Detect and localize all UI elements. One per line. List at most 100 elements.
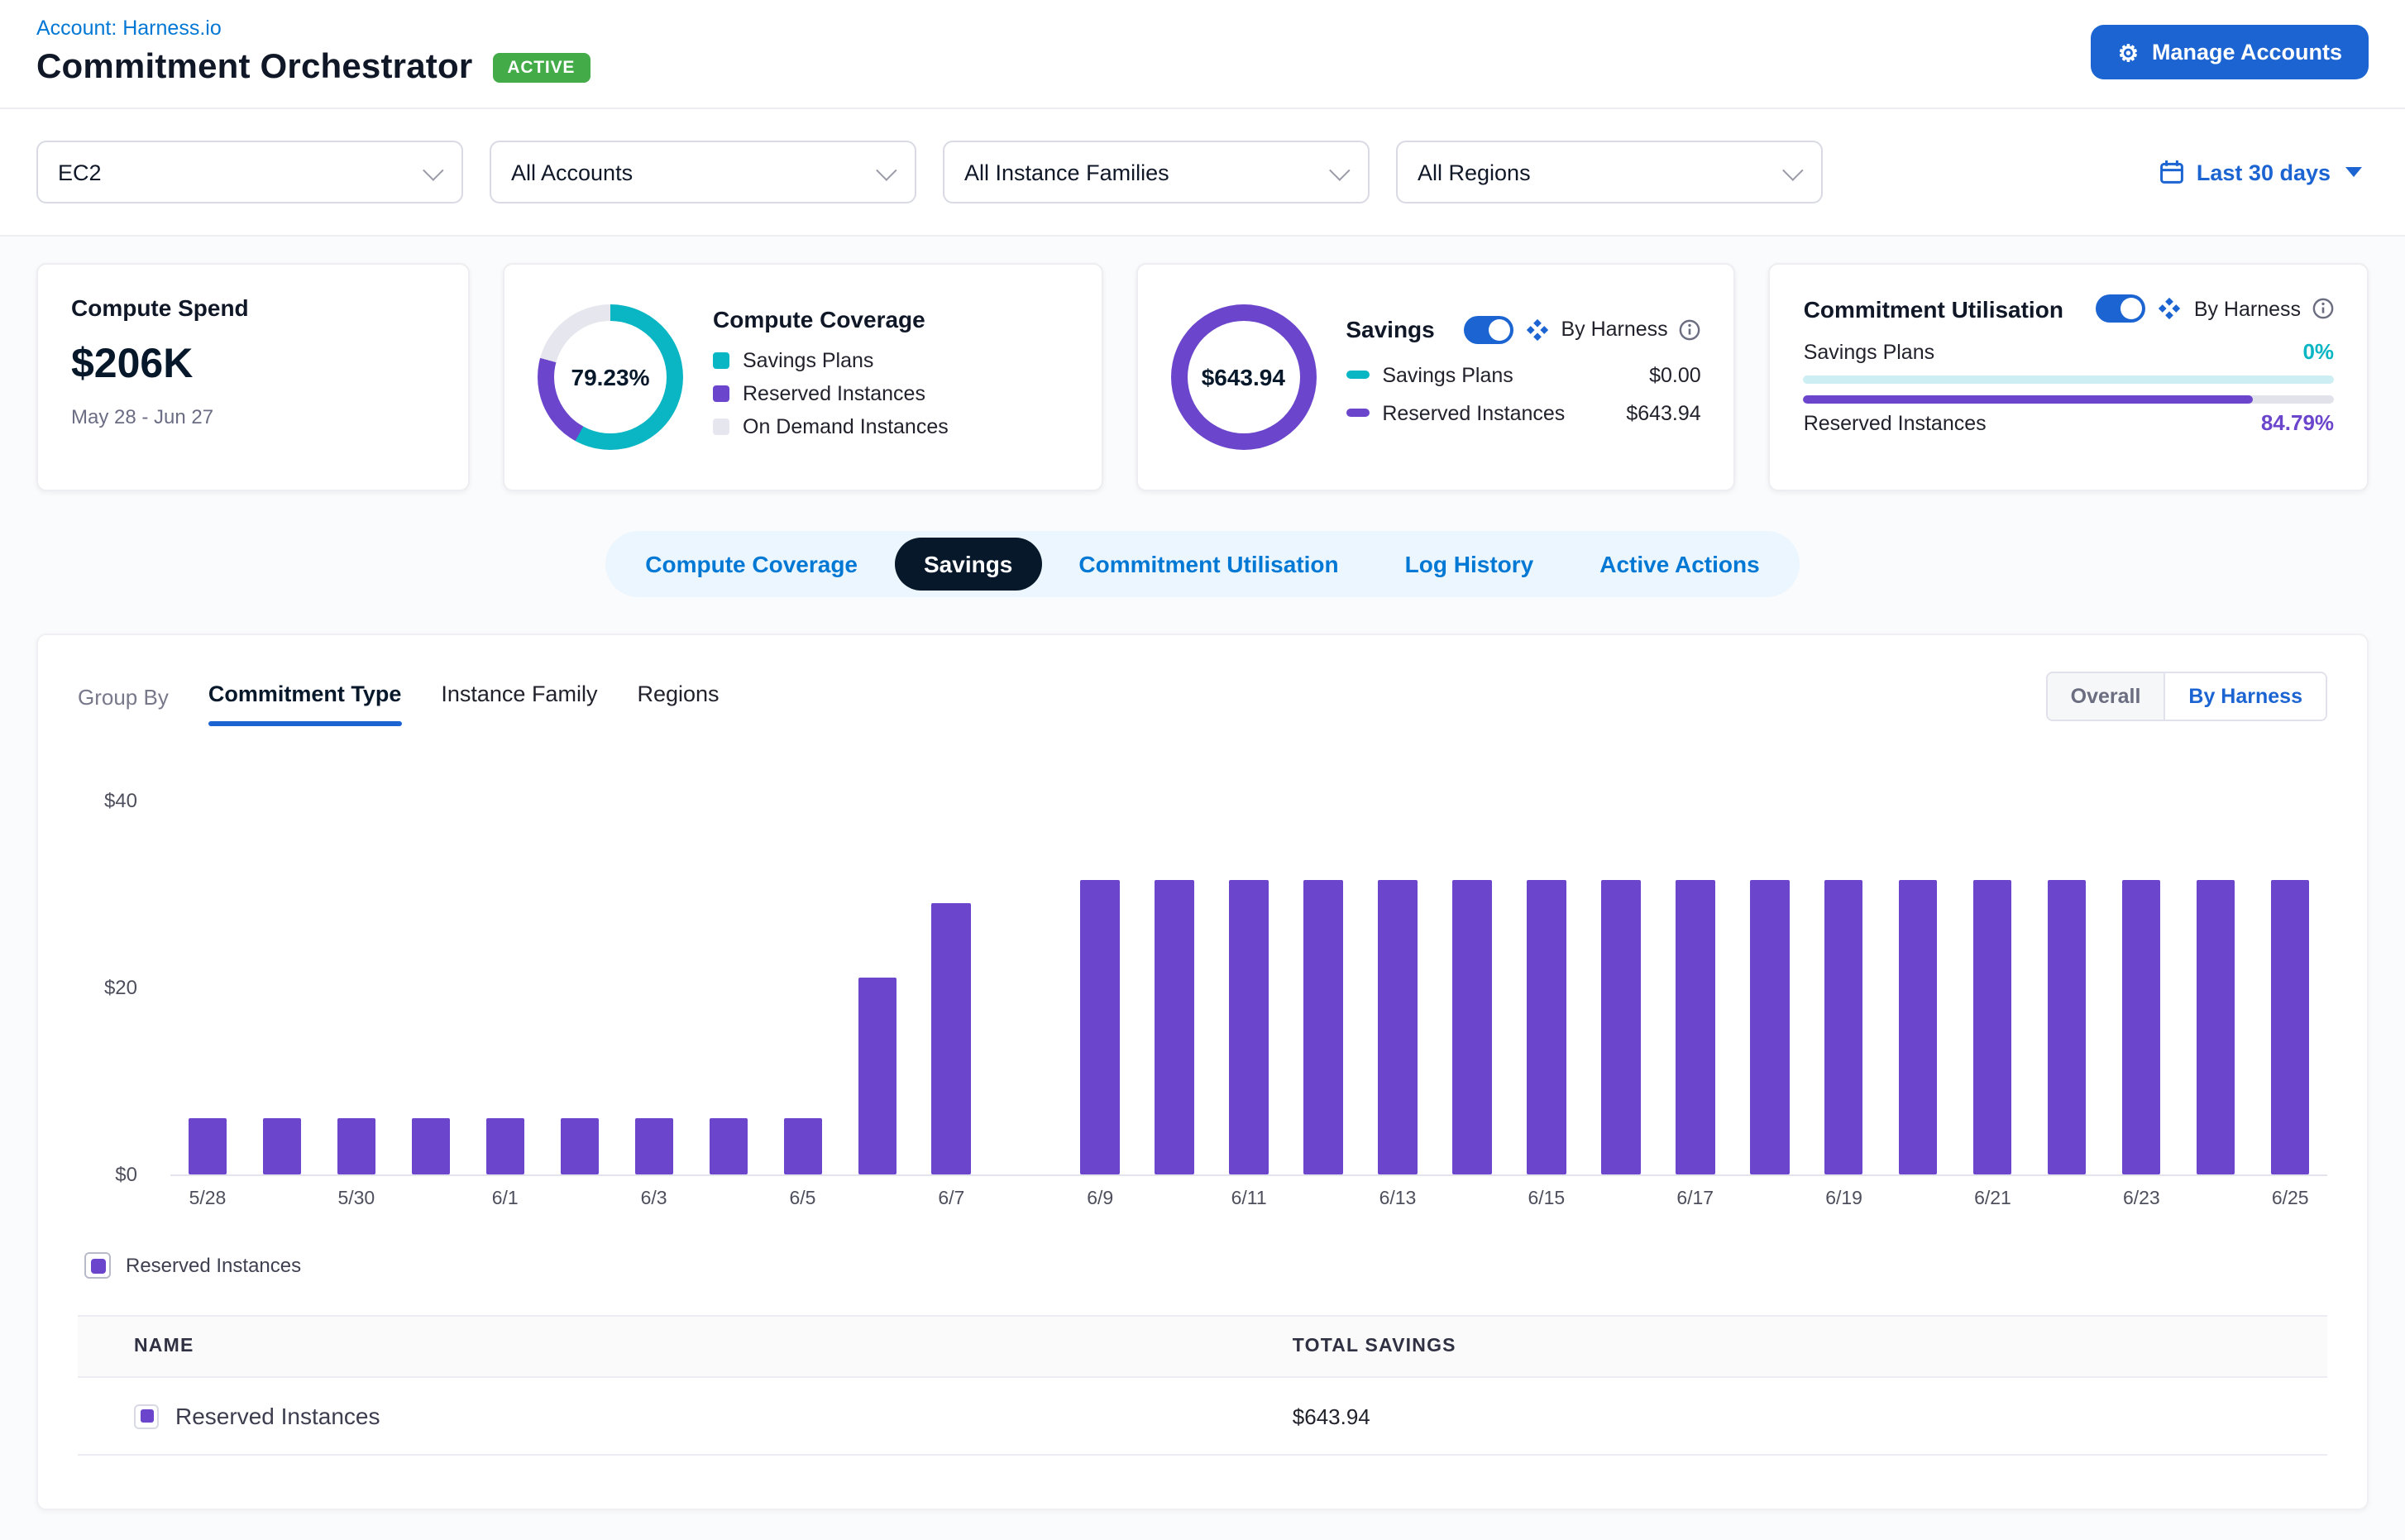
- tab-savings[interactable]: Savings: [894, 538, 1042, 591]
- tab-compute-coverage[interactable]: Compute Coverage: [615, 538, 887, 591]
- bar-6-15[interactable]: [1527, 880, 1566, 1174]
- x-tick-label: [1733, 1189, 1807, 1209]
- bar-6-9[interactable]: [1081, 880, 1120, 1174]
- x-tick-label: [2178, 1189, 2253, 1209]
- chevron-down-icon: [876, 159, 896, 179]
- view-toggle-by-harness[interactable]: By Harness: [2164, 673, 2326, 720]
- x-tick-label: 6/19: [1807, 1189, 1881, 1209]
- table-row[interactable]: Reserved Instances$643.94: [78, 1378, 2327, 1456]
- legend-marker: [713, 385, 729, 402]
- group-tab-regions[interactable]: Regions: [637, 681, 719, 712]
- accounts-select[interactable]: All Accounts: [490, 141, 916, 203]
- bar-slot: [319, 801, 394, 1174]
- bar-6-23[interactable]: [2122, 880, 2161, 1174]
- regions-select[interactable]: All Regions: [1396, 141, 1823, 203]
- tab-log-history[interactable]: Log History: [1375, 538, 1564, 591]
- bar-6-25[interactable]: [2271, 880, 2310, 1174]
- savings-total: $643.94: [1202, 364, 1285, 390]
- bar-5-28[interactable]: [189, 1118, 227, 1174]
- manage-accounts-button[interactable]: ⚙ Manage Accounts: [2092, 25, 2369, 79]
- bar-6-10[interactable]: [1155, 880, 1194, 1174]
- x-tick-label: 6/17: [1658, 1189, 1733, 1209]
- legend-item-label: Savings Plans: [743, 349, 873, 372]
- bar-6-7[interactable]: [932, 903, 971, 1174]
- y-axis: $0$20$40: [78, 801, 154, 1174]
- bar-slot: [1360, 801, 1435, 1174]
- instance-families-select[interactable]: All Instance Families: [943, 141, 1370, 203]
- account-breadcrumb-link[interactable]: Account: Harness.io: [36, 17, 590, 40]
- bar-6-19[interactable]: [1824, 880, 1863, 1174]
- group-tab-instance-family[interactable]: Instance Family: [441, 681, 597, 712]
- bar-slot: [1956, 801, 2030, 1174]
- main-tabs: Compute CoverageSavingsCommitment Utilis…: [605, 531, 1799, 597]
- view-toggle-overall[interactable]: Overall: [2048, 673, 2164, 720]
- info-icon[interactable]: [1680, 318, 1701, 340]
- calendar-icon: [2159, 159, 2185, 185]
- bar-6-24[interactable]: [2197, 880, 2235, 1174]
- bar-6-20[interactable]: [1899, 880, 1938, 1174]
- service-select-value: EC2: [58, 160, 102, 184]
- x-tick-label: [839, 1189, 914, 1209]
- utilisation-item-label: Reserved Instances: [1804, 411, 1987, 434]
- bar-6-22[interactable]: [2048, 880, 2087, 1174]
- bar-5-29[interactable]: [263, 1118, 302, 1174]
- bar-6-16[interactable]: [1601, 880, 1640, 1174]
- gear-icon: ⚙: [2118, 41, 2139, 64]
- x-tick-label: 5/28: [170, 1189, 245, 1209]
- bar-slot: [1212, 801, 1286, 1174]
- x-tick-label: 5/30: [319, 1189, 394, 1209]
- info-icon[interactable]: [2312, 298, 2334, 319]
- coverage-legend-item: On Demand Instances: [713, 415, 1068, 438]
- bar-6-18[interactable]: [1750, 880, 1789, 1174]
- date-range-picker[interactable]: Last 30 days: [2159, 159, 2362, 185]
- bar-6-3[interactable]: [634, 1118, 673, 1174]
- coverage-legend-item: Reserved Instances: [713, 382, 1068, 405]
- legend-marker: [713, 352, 729, 369]
- service-select[interactable]: EC2: [36, 141, 463, 203]
- reserved-instances-checkbox[interactable]: [84, 1252, 111, 1279]
- utilisation-label-row: Reserved Instances84.79%: [1804, 410, 2334, 435]
- accounts-select-value: All Accounts: [511, 160, 633, 184]
- legend-marker: [713, 418, 729, 435]
- utilisation-by-harness-toggle[interactable]: [2097, 294, 2146, 323]
- legend-marker: [1346, 371, 1369, 379]
- x-tick-label: 6/23: [2104, 1189, 2178, 1209]
- savings-by-harness-toggle[interactable]: [1463, 315, 1513, 343]
- savings-item-label: Reserved Instances: [1382, 401, 1565, 424]
- x-tick-label: [543, 1189, 617, 1209]
- bar-6-5[interactable]: [783, 1118, 822, 1174]
- bar-6-11[interactable]: [1230, 880, 1269, 1174]
- savings-title: Savings: [1346, 316, 1434, 342]
- bar-6-12[interactable]: [1304, 880, 1343, 1174]
- bar-slot: [839, 801, 914, 1174]
- bar-slot: [2030, 801, 2104, 1174]
- bar-6-2[interactable]: [560, 1118, 599, 1174]
- utilisation-item-label: Savings Plans: [1804, 340, 1934, 363]
- bar-slot: [617, 801, 691, 1174]
- bar-5-30[interactable]: [337, 1118, 375, 1174]
- plot-area: [170, 801, 2327, 1176]
- bar-slot: [1881, 801, 1956, 1174]
- bar-slot: [1658, 801, 1733, 1174]
- bar-slot: [766, 801, 840, 1174]
- bar-5-31[interactable]: [411, 1118, 450, 1174]
- bar-6-13[interactable]: [1379, 880, 1418, 1174]
- bar-6-1[interactable]: [485, 1118, 524, 1174]
- bar-slot: [1733, 801, 1807, 1174]
- bar-6-4[interactable]: [709, 1118, 748, 1174]
- tab-active-actions[interactable]: Active Actions: [1570, 538, 1789, 591]
- bar-slot: [245, 801, 319, 1174]
- x-tick-label: 6/25: [2253, 1189, 2327, 1209]
- savings-item-label: Savings Plans: [1382, 363, 1513, 386]
- bar-6-17[interactable]: [1676, 880, 1714, 1174]
- bar-6-6[interactable]: [858, 978, 896, 1174]
- bar-6-14[interactable]: [1453, 880, 1492, 1174]
- group-by-label: Group By: [78, 684, 169, 709]
- chart-legend: Reserved Instances: [78, 1252, 2327, 1279]
- group-tab-commitment-type[interactable]: Commitment Type: [208, 681, 402, 712]
- x-tick-label: 6/3: [617, 1189, 691, 1209]
- tab-commitment-utilisation[interactable]: Commitment Utilisation: [1049, 538, 1368, 591]
- instance-families-select-value: All Instance Families: [964, 160, 1169, 184]
- utilisation-item-value: 0%: [2302, 339, 2334, 364]
- bar-6-21[interactable]: [1973, 880, 2012, 1174]
